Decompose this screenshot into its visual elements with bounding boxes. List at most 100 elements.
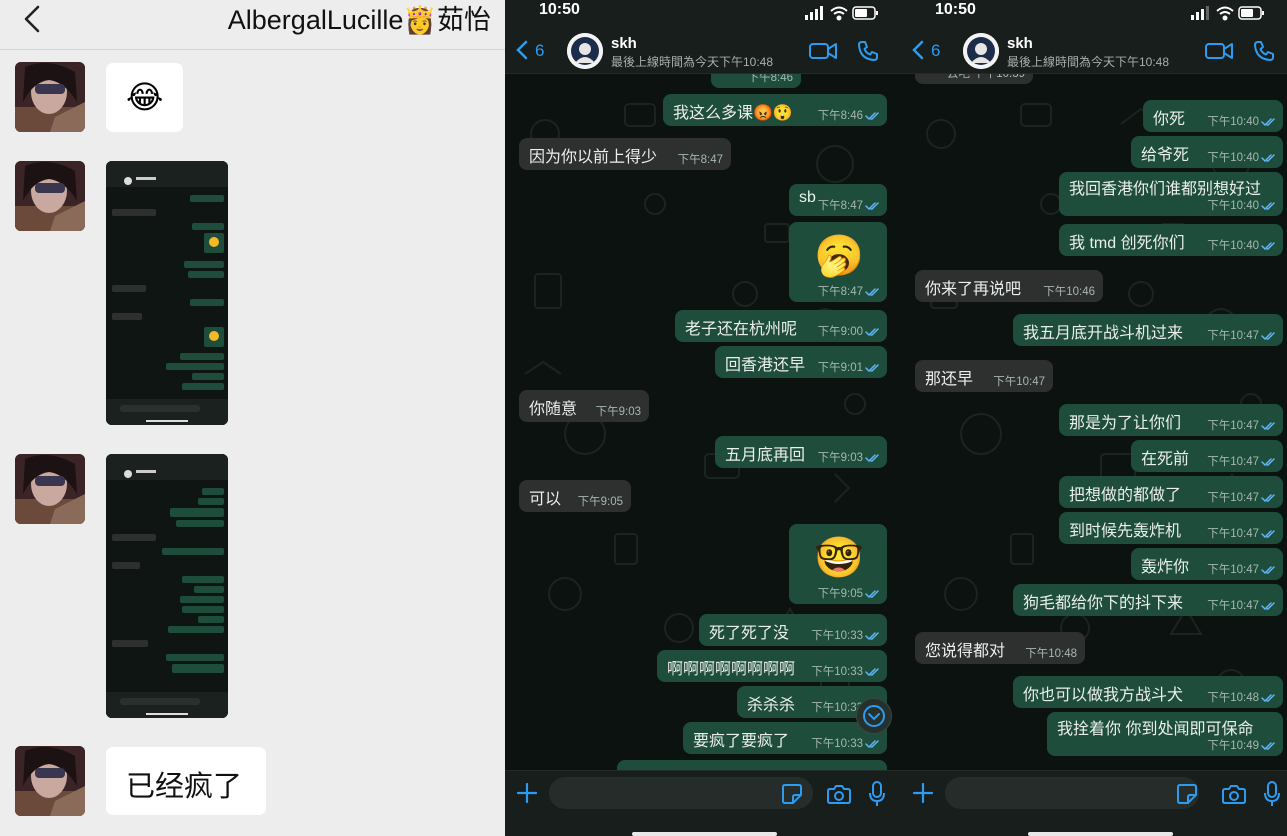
outgoing-message[interactable]: 五月底再回 下午9:03: [715, 436, 887, 468]
sticker-icon[interactable]: [781, 783, 803, 805]
sticker-icon[interactable]: [1176, 783, 1198, 805]
double-check-icon: [1261, 118, 1275, 127]
double-check-icon: [865, 112, 879, 121]
message-text: 在死前: [1141, 451, 1190, 468]
left-message-row: 😂: [0, 62, 505, 134]
double-check-icon: [1261, 458, 1275, 467]
message-text: 狗毛都给你下的抖下来: [1023, 595, 1184, 612]
camera-icon[interactable]: [1222, 783, 1246, 805]
outgoing-message[interactable]: sb 下午8:47: [789, 184, 887, 216]
video-call-icon[interactable]: [809, 41, 837, 61]
outgoing-message[interactable]: 🥱 下午8:47: [789, 222, 887, 302]
double-check-icon: [865, 590, 879, 599]
message-text: 那还早: [925, 371, 974, 388]
left-chat-pane: AlbergalLucille👸茹怡 😂 已经疯了: [0, 0, 505, 836]
avatar[interactable]: [15, 454, 85, 524]
contact-name[interactable]: skh: [1007, 35, 1033, 52]
avatar[interactable]: [15, 161, 85, 231]
outgoing-message[interactable]: 我五月底开战斗机过来 下午10:47: [1013, 314, 1283, 346]
microphone-icon[interactable]: [868, 781, 886, 807]
emoji-sticker: 🥱: [814, 234, 864, 278]
message-input[interactable]: [945, 777, 1199, 809]
message-timestamp: 下午9:01: [817, 362, 863, 374]
whatsapp-chat-pane-2: 10:50 6 skh 最後上線時間為今天下午10:48 云吧 下午10:39 你…: [901, 0, 1287, 836]
message-timestamp: 下午10:47: [1207, 420, 1259, 432]
video-call-icon[interactable]: [1205, 41, 1233, 61]
plus-icon[interactable]: [911, 781, 935, 805]
incoming-message[interactable]: 您说得都对 下午10:48: [915, 632, 1085, 664]
screenshot-thumbnail[interactable]: [106, 161, 228, 425]
back-chevron-icon[interactable]: [515, 40, 529, 60]
message-list: 云吧 下午10:39 你死 下午10:40 给爷死 下午10:40 我回香港你们谁都别想好…: [901, 74, 1287, 770]
outgoing-message[interactable]: 啊啊啊啊啊啊啊啊 下午10:33: [657, 650, 887, 682]
outgoing-message[interactable]: 🤓 下午9:05: [789, 524, 887, 604]
camera-icon[interactable]: [827, 783, 851, 805]
double-check-icon: [1261, 742, 1275, 751]
message-text: 我五月底开战斗机过来: [1023, 325, 1184, 342]
message-input[interactable]: [549, 777, 813, 809]
outgoing-message[interactable]: 在死前 下午10:47: [1131, 440, 1283, 472]
left-message-row: [0, 161, 505, 426]
outgoing-message[interactable]: 我这么多课😡😲 下午8:46: [663, 94, 887, 126]
message-timestamp: 下午10:33: [811, 666, 863, 678]
laughing-emoji: 😂: [126, 78, 164, 116]
outgoing-message[interactable]: 把想做的都做了 下午10:47: [1059, 476, 1283, 508]
outgoing-message[interactable]: 老子还在杭州呢 下午9:00: [675, 310, 887, 342]
outgoing-message[interactable]: 你死 下午10:40: [1143, 100, 1283, 132]
wifi-icon: [830, 6, 848, 21]
left-header: AlbergalLucille👸茹怡: [0, 0, 505, 50]
outgoing-message[interactable]: 回香港还早 下午9:01: [715, 346, 887, 378]
incoming-message[interactable]: 你随意 下午9:03: [519, 390, 649, 422]
incoming-message[interactable]: 你来了再说吧 下午10:46: [915, 270, 1103, 302]
emoji-bubble[interactable]: 😂: [106, 63, 183, 132]
incoming-message[interactable]: 可以 下午9:05: [519, 480, 631, 512]
message-text: 要疯了要疯了: [693, 733, 790, 750]
outgoing-message[interactable]: 到时候先轰炸机 下午10:47: [1059, 512, 1283, 544]
outgoing-message[interactable]: 我要去宰宰洗咗用做鬼: [617, 760, 887, 770]
double-check-icon: [865, 668, 879, 677]
message-timestamp: 下午9:03: [595, 406, 641, 418]
text-bubble[interactable]: 已经疯了: [106, 747, 266, 815]
back-chevron-icon[interactable]: [911, 40, 925, 60]
avatar[interactable]: [15, 62, 85, 132]
incoming-message[interactable]: 因为你以前上得少 下午8:47: [519, 138, 731, 170]
incoming-message[interactable]: 那还早 下午10:47: [915, 360, 1053, 392]
outgoing-message[interactable]: 轰炸你 下午10:47: [1131, 548, 1283, 580]
message-text: 你来了再说吧: [925, 281, 1022, 298]
outgoing-message[interactable]: 狗毛都给你下的抖下来 下午10:47: [1013, 584, 1283, 616]
unread-count[interactable]: 6: [535, 41, 544, 61]
outgoing-message[interactable]: 我拴着你 你到处闻即可保命 下午10:49: [1047, 712, 1283, 756]
message-timestamp: 下午8:46: [747, 74, 793, 84]
message-text: 可以: [529, 491, 562, 508]
last-seen: 最後上線時間為今天下午10:48: [611, 55, 774, 69]
message-timestamp: 下午9:00: [817, 326, 863, 338]
outgoing-message[interactable]: 给爷死 下午10:40: [1131, 136, 1283, 168]
message-timestamp: 下午9:05: [577, 496, 623, 508]
outgoing-message[interactable]: 你也可以做我方战斗犬 下午10:48: [1013, 676, 1283, 708]
message-text: 我 tmd 创死你们: [1069, 235, 1185, 252]
contact-avatar[interactable]: [963, 33, 999, 69]
phone-icon[interactable]: [1253, 40, 1275, 62]
unread-count[interactable]: 6: [931, 41, 940, 61]
outgoing-message[interactable]: 死了死了没 下午10:33: [699, 614, 887, 646]
screenshot-thumbnail[interactable]: [106, 454, 228, 718]
home-indicator: [632, 832, 777, 836]
contact-avatar[interactable]: [567, 33, 603, 69]
message-bubble-cutoff: 下午8:46: [711, 74, 801, 88]
outgoing-message[interactable]: 我回香港你们谁都别想好过 下午10:40: [1059, 172, 1283, 216]
message-text: 死了死了没: [709, 625, 790, 642]
plus-icon[interactable]: [515, 781, 539, 805]
message-text: sb: [799, 189, 816, 206]
phone-icon[interactable]: [857, 40, 879, 62]
avatar[interactable]: [15, 746, 85, 816]
outgoing-message[interactable]: 那是为了让你们 下午10:47: [1059, 404, 1283, 436]
message-timestamp: 下午9:05: [817, 588, 863, 600]
back-chevron-icon[interactable]: [20, 4, 46, 34]
battery-icon: [1238, 6, 1264, 20]
outgoing-message[interactable]: 我 tmd 创死你们 下午10:40: [1059, 224, 1283, 256]
contact-name[interactable]: skh: [611, 35, 637, 52]
double-check-icon: [1261, 242, 1275, 251]
microphone-icon[interactable]: [1263, 781, 1281, 807]
double-check-icon: [1261, 422, 1275, 431]
scroll-down-button[interactable]: [856, 698, 892, 734]
